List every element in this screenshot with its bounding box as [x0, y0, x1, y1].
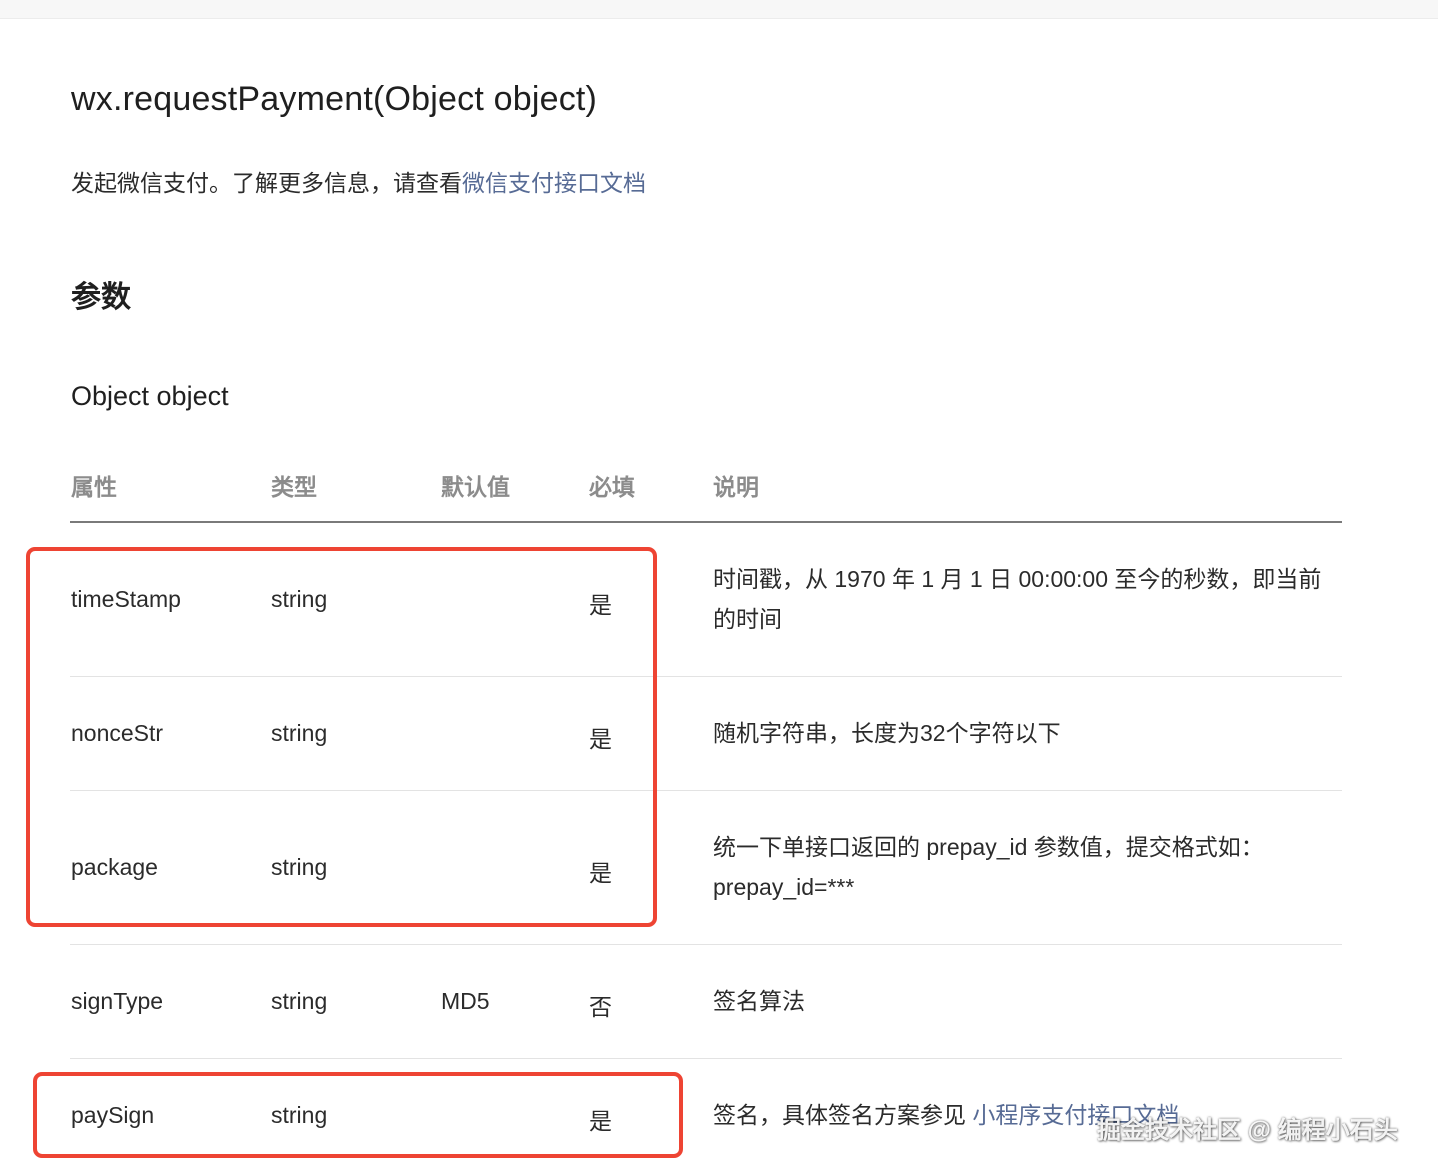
row-noncestr-desc: 随机字符串，长度为32个字符以下	[713, 720, 1061, 746]
doc-page: wx.requestPayment(Object object) 发起微信支付。…	[0, 0, 1438, 1172]
row-signtype-type: string	[271, 988, 328, 1014]
header-type: 类型	[271, 474, 317, 500]
api-title: wx.requestPayment(Object object)	[71, 80, 598, 118]
row-divider	[70, 1058, 1342, 1059]
row-divider	[70, 944, 1342, 945]
highlight-box-paysign	[33, 1072, 683, 1158]
header-required: 必填	[589, 474, 635, 500]
watermark: 掘金技术社区 @ 编程小石头	[1097, 1117, 1398, 1144]
api-description-text: 发起微信支付。了解更多信息，请查看	[71, 170, 462, 196]
api-description: 发起微信支付。了解更多信息，请查看微信支付接口文档	[71, 164, 646, 198]
header-divider	[70, 521, 1342, 523]
row-signtype-desc: 签名算法	[713, 988, 805, 1014]
row-timestamp-desc: 时间戳，从 1970 年 1 月 1 日 00:00:00 至今的秒数，即当前的…	[713, 566, 1322, 632]
params-heading: 参数	[71, 281, 131, 314]
row-signtype-default: MD5	[441, 988, 490, 1014]
row-signtype-required: 否	[589, 994, 612, 1020]
row-paysign-desc-text: 签名，具体签名方案参见	[713, 1102, 973, 1128]
top-bar	[0, 0, 1438, 19]
header-description: 说明	[713, 474, 759, 500]
row-signtype-name: signType	[71, 988, 164, 1014]
object-heading: Object object	[71, 381, 229, 411]
header-default: 默认值	[441, 474, 510, 500]
highlight-box-required-group	[26, 547, 657, 927]
row-package-desc: 统一下单接口返回的 prepay_id 参数值，提交格式如：prepay_id=…	[713, 834, 1264, 900]
header-attribute: 属性	[71, 474, 117, 500]
payment-docs-link[interactable]: 微信支付接口文档	[462, 170, 646, 196]
